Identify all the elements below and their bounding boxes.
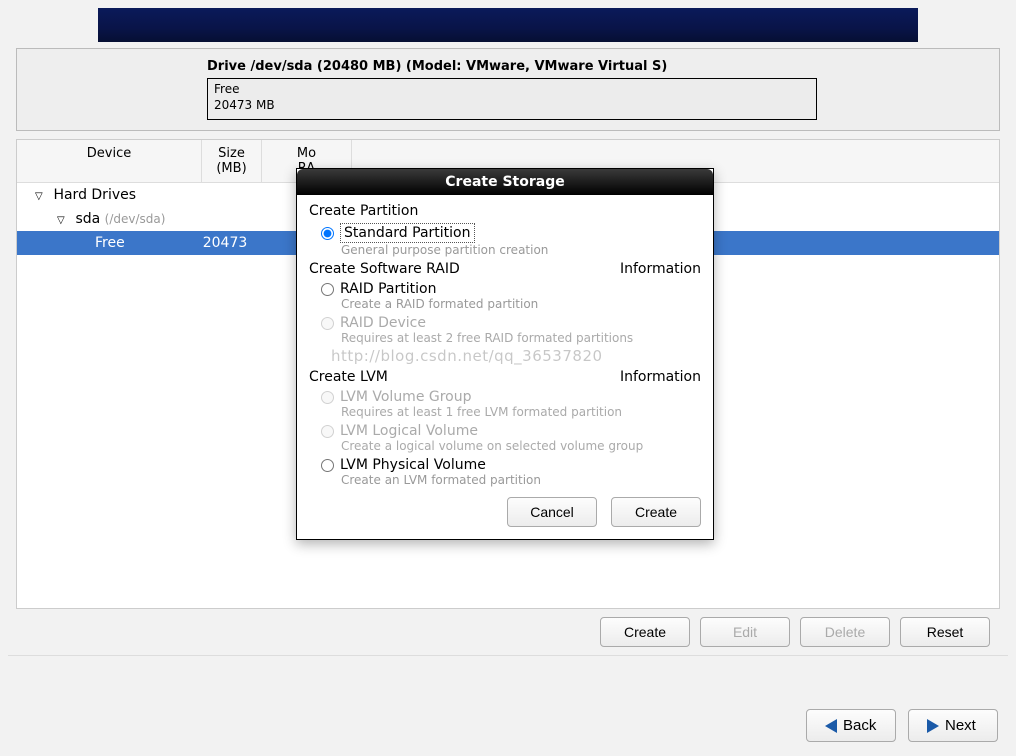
arrow-right-icon bbox=[927, 719, 939, 733]
wizard-nav: Back Next bbox=[806, 709, 998, 742]
option-standard-partition[interactable]: Standard Partition bbox=[321, 223, 701, 243]
radio-standard-partition[interactable] bbox=[321, 227, 334, 240]
section-create-partition: Create Partition bbox=[309, 203, 701, 219]
create-button[interactable]: Create bbox=[600, 617, 690, 647]
radio-lvm-vg bbox=[321, 391, 334, 404]
dialog-create-button[interactable]: Create bbox=[611, 497, 701, 527]
drive-summary: Drive /dev/sda (20480 MB) (Model: VMware… bbox=[16, 48, 1000, 131]
desc-standard-partition: General purpose partition creation bbox=[341, 243, 701, 257]
desc-lvm-lv: Create a logical volume on selected volu… bbox=[341, 439, 701, 453]
tree-size: 20473 bbox=[195, 235, 255, 251]
drive-title: Drive /dev/sda (20480 MB) (Model: VMware… bbox=[207, 59, 667, 74]
radio-lvm-lv bbox=[321, 425, 334, 438]
section-create-raid: Create Software RAID bbox=[309, 261, 460, 277]
back-button[interactable]: Back bbox=[806, 709, 896, 742]
tree-label: Free bbox=[35, 235, 195, 251]
option-lvm-pv[interactable]: LVM Physical Volume bbox=[321, 457, 701, 473]
arrow-left-icon bbox=[825, 719, 837, 733]
tree-label: sda bbox=[75, 211, 100, 227]
partition-actions: Create Edit Delete Reset bbox=[8, 609, 1008, 656]
radio-raid-device bbox=[321, 317, 334, 330]
option-raid-device: RAID Device bbox=[321, 315, 701, 331]
section-create-lvm: Create LVM bbox=[309, 369, 388, 385]
expander-icon[interactable]: ▽ bbox=[57, 215, 67, 226]
desc-raid-device: Requires at least 2 free RAID formated p… bbox=[341, 331, 701, 345]
col-device[interactable]: Device bbox=[17, 140, 202, 182]
watermark-text: http://blog.csdn.net/qq_36537820 bbox=[331, 347, 701, 365]
radio-raid-partition[interactable] bbox=[321, 283, 334, 296]
drive-segment-size: 20473 MB bbox=[214, 98, 810, 114]
col-size[interactable]: Size (MB) bbox=[202, 140, 262, 182]
drive-segment-label: Free bbox=[214, 82, 810, 98]
next-button[interactable]: Next bbox=[908, 709, 998, 742]
dialog-title: Create Storage bbox=[297, 169, 713, 195]
radio-lvm-pv[interactable] bbox=[321, 459, 334, 472]
reset-button[interactable]: Reset bbox=[900, 617, 990, 647]
header-banner bbox=[98, 8, 918, 42]
dialog-cancel-button[interactable]: Cancel bbox=[507, 497, 597, 527]
option-lvm-vg: LVM Volume Group bbox=[321, 389, 701, 405]
edit-button: Edit bbox=[700, 617, 790, 647]
expander-icon[interactable]: ▽ bbox=[35, 191, 45, 202]
lvm-information-link[interactable]: Information bbox=[620, 369, 701, 385]
delete-button: Delete bbox=[800, 617, 890, 647]
drive-map[interactable]: Free 20473 MB bbox=[207, 78, 817, 120]
tree-label: Hard Drives bbox=[53, 187, 136, 203]
desc-lvm-pv: Create an LVM formated partition bbox=[341, 473, 701, 487]
desc-lvm-vg: Requires at least 1 free LVM formated pa… bbox=[341, 405, 701, 419]
option-lvm-lv: LVM Logical Volume bbox=[321, 423, 701, 439]
desc-raid-partition: Create a RAID formated partition bbox=[341, 297, 701, 311]
raid-information-link[interactable]: Information bbox=[620, 261, 701, 277]
tree-path: (/dev/sda) bbox=[105, 212, 166, 226]
create-storage-dialog: Create Storage Create Partition Standard… bbox=[296, 168, 714, 540]
option-raid-partition[interactable]: RAID Partition bbox=[321, 281, 701, 297]
